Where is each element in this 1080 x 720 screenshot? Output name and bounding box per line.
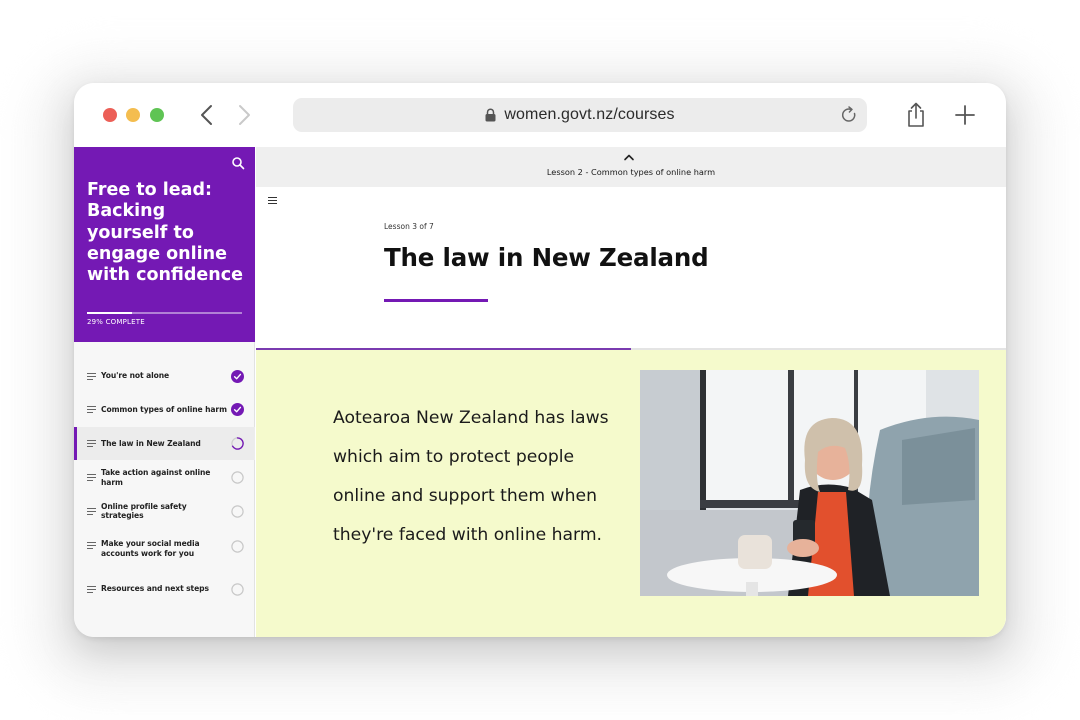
lesson-label: Common types of online harm	[101, 404, 227, 414]
previous-lesson-link[interactable]: Lesson 2 - Common types of online harm	[256, 147, 1006, 187]
lesson-label: You're not alone	[101, 371, 170, 381]
lesson-label: Make your social media accounts work for…	[101, 539, 200, 558]
lesson-count: Lesson 3 of 7	[384, 222, 434, 231]
lines-icon	[87, 440, 96, 447]
check-circle-icon	[231, 403, 244, 416]
lines-icon	[87, 542, 96, 549]
lines-icon	[87, 507, 96, 515]
lesson-label: Online profile safety strategies	[101, 501, 187, 521]
empty-circle-icon	[231, 504, 244, 518]
lesson-label: Take action against online harm	[101, 468, 211, 487]
browser-toolbar: women.govt.nz/courses	[74, 83, 1006, 147]
minimize-window-button[interactable]	[126, 108, 140, 122]
course-progress-label: 29% COMPLETE	[87, 318, 145, 326]
lesson-content-block: Aotearoa New Zealand has laws which aim …	[256, 350, 1006, 637]
lines-icon	[87, 372, 96, 380]
sidebar-item-lesson-6[interactable]: Make your social media accounts work for…	[74, 528, 255, 570]
empty-circle-icon	[231, 540, 244, 553]
check-circle-icon	[231, 369, 244, 383]
empty-circle-icon	[231, 471, 244, 484]
course-header: Free to lead: Backing yourself to engage…	[74, 147, 255, 342]
lesson-photo	[640, 370, 979, 596]
lesson-label: Resources and next steps	[101, 584, 209, 594]
sidebar-item-lesson-4[interactable]: Take action against online harm	[74, 461, 255, 494]
chevron-up-icon	[624, 154, 634, 161]
sidebar-item-lesson-5[interactable]: Online profile safety strategies	[74, 494, 255, 528]
lines-icon	[87, 406, 96, 413]
address-bar[interactable]: women.govt.nz/courses	[293, 98, 867, 132]
course-sidebar: Free to lead: Backing yourself to engage…	[74, 147, 255, 637]
empty-circle-icon	[231, 582, 244, 596]
sidebar-item-lesson-3[interactable]: The law in New Zealand	[74, 427, 255, 460]
sidebar-item-lesson-2[interactable]: Common types of online harm	[74, 393, 255, 426]
page-title: The law in New Zealand	[384, 243, 709, 272]
title-underline	[384, 299, 488, 302]
previous-lesson-label: Lesson 2 - Common types of online harm	[546, 167, 716, 177]
reload-icon[interactable]	[839, 105, 859, 125]
lesson-main: Lesson 2 - Common types of online harm L…	[256, 147, 1006, 637]
lesson-body-text: Aotearoa New Zealand has laws which aim …	[333, 408, 609, 545]
url-text: women.govt.nz/courses	[504, 106, 675, 123]
course-progress-bar	[87, 312, 242, 314]
search-icon[interactable]	[231, 156, 245, 170]
course-title: Free to lead: Backing yourself to engage…	[87, 180, 244, 286]
lock-icon	[485, 108, 496, 122]
close-window-button[interactable]	[103, 108, 117, 122]
lesson-label: The law in New Zealand	[101, 438, 201, 448]
maximize-window-button[interactable]	[150, 108, 164, 122]
partial-circle-icon	[231, 437, 244, 450]
back-icon[interactable]	[196, 103, 218, 127]
course-progress-fill	[87, 312, 132, 314]
browser-window: women.govt.nz/courses Free to lead: Back…	[74, 83, 1006, 637]
lines-icon	[87, 474, 96, 481]
sidebar-item-lesson-7[interactable]: Resources and next steps	[74, 572, 255, 606]
sidebar-item-lesson-1[interactable]: You're not alone	[74, 359, 255, 393]
forward-icon[interactable]	[233, 103, 255, 127]
plus-icon[interactable]	[954, 104, 976, 126]
lines-icon	[87, 585, 96, 593]
share-icon[interactable]	[904, 102, 928, 128]
menu-icon[interactable]	[268, 196, 277, 205]
